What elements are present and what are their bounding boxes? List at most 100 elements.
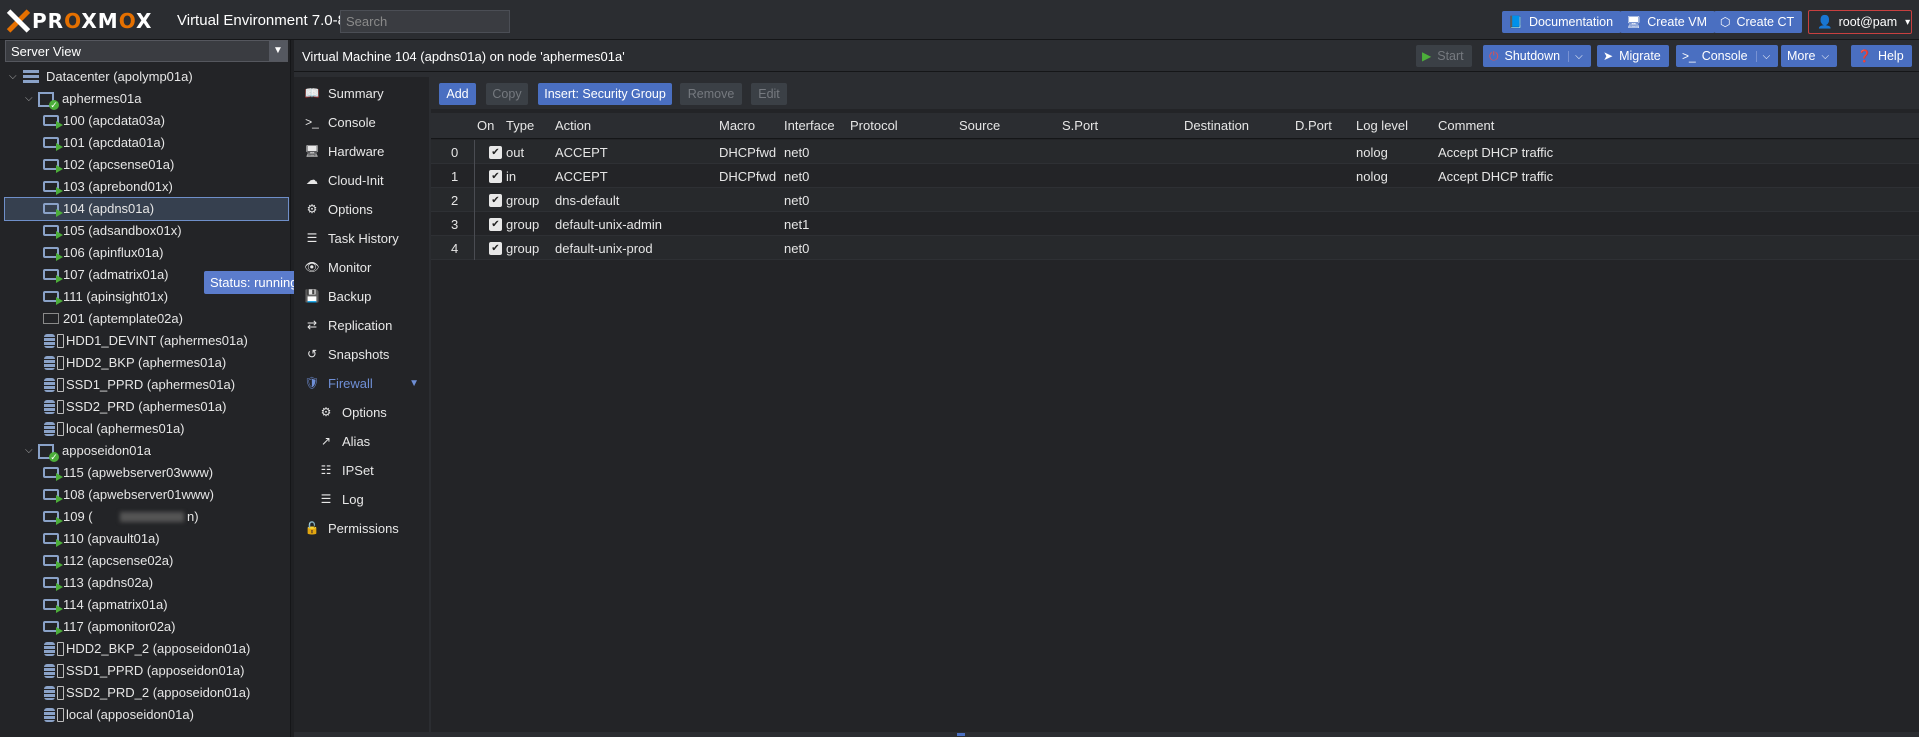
add-button[interactable]: Add: [439, 83, 476, 105]
enabled-checkbox[interactable]: ✔: [489, 194, 502, 207]
nav-firewall-options[interactable]: ⚙ Options: [294, 400, 429, 424]
book-icon: 📖: [304, 86, 320, 100]
column-header[interactable]: On: [477, 118, 494, 133]
nav-hardware[interactable]: 🖥 Hardware: [294, 139, 429, 163]
column-header[interactable]: Comment: [1438, 118, 1494, 133]
table-row[interactable]: 4 ✔ group default-unix-prod net0: [431, 236, 1919, 260]
tree-item-vm[interactable]: 104 (apdns01a): [4, 197, 289, 221]
tree-item-vm[interactable]: 100 (apcdata03a): [5, 110, 288, 132]
expand-triangle-icon[interactable]: ▼: [409, 378, 419, 389]
nav-monitor[interactable]: 👁 Monitor: [294, 255, 429, 279]
cell-iface: net0: [784, 145, 810, 160]
chevron-down-icon[interactable]: ⌵: [1755, 50, 1770, 62]
column-header[interactable]: Interface: [784, 118, 835, 133]
column-header[interactable]: Macro: [719, 118, 755, 133]
console-button[interactable]: >_ Console ⌵: [1676, 45, 1779, 67]
tree-node-apposeidon01a[interactable]: ⌵ apposeidon01a: [5, 440, 288, 462]
tree-item-vm[interactable]: 117 (apmonitor02a): [5, 616, 288, 638]
tree-item-storage[interactable]: HDD2_BKP_2 (apposeidon01a): [5, 638, 288, 660]
column-header[interactable]: S.Port: [1062, 118, 1098, 133]
nav-ipset[interactable]: ☷ IPSet: [294, 458, 429, 482]
nav-replication[interactable]: ⇄ Replication: [294, 313, 429, 337]
tree-item-storage[interactable]: SSD2_PRD (aphermes01a): [5, 396, 288, 418]
chevron-down-icon[interactable]: ▼: [269, 41, 287, 61]
column-header[interactable]: Action: [555, 118, 591, 133]
storage-icon: [44, 664, 64, 678]
tree-item-vm[interactable]: 108 (apwebserver01www): [5, 484, 288, 506]
view-selector[interactable]: Server View ▼: [5, 40, 288, 62]
tree-item-vm[interactable]: 106 (apinflux01a): [5, 242, 288, 264]
nav-firewall[interactable]: 🛡 Firewall ▼: [294, 371, 429, 395]
insert-security-group-button[interactable]: Insert: Security Group: [538, 83, 672, 105]
tree-item-vm[interactable]: 112 (apcsense02a): [5, 550, 288, 572]
collapse-arrow-icon[interactable]: ⌵: [25, 88, 33, 110]
logo-text: PROXMOX: [32, 9, 153, 33]
remove-button[interactable]: Remove: [680, 83, 742, 105]
tree-item-storage[interactable]: local (aphermes01a): [5, 418, 288, 440]
collapse-arrow-icon[interactable]: ⌵: [25, 440, 33, 462]
tree-item-storage[interactable]: SSD1_PPRD (aphermes01a): [5, 374, 288, 396]
nav-snapshots[interactable]: ↺ Snapshots: [294, 342, 429, 366]
column-header[interactable]: Protocol: [850, 118, 898, 133]
nav-backup[interactable]: 💾 Backup: [294, 284, 429, 308]
create-vm-button[interactable]: 🖥 Create VM: [1620, 11, 1715, 33]
tree-datacenter[interactable]: ⌵ Datacenter (apolymp01a): [5, 66, 288, 88]
column-header[interactable]: Destination: [1184, 118, 1249, 133]
user-menu-button[interactable]: 👤 root@pam ▾: [1808, 10, 1912, 34]
nav-console[interactable]: >_ Console: [294, 110, 429, 134]
nav-log[interactable]: ☰ Log: [294, 487, 429, 511]
tree-item-vm[interactable]: 113 (apdns02a): [5, 572, 288, 594]
resource-tree-panel: Server View ▼ ⌵ Datacenter (apolymp01a) …: [0, 40, 304, 737]
help-button[interactable]: ❓ Help: [1851, 45, 1912, 67]
table-row[interactable]: 0 ✔ out ACCEPT DHCPfwd net0 nolog Accept DHCP t…: [431, 140, 1919, 164]
tree-item-storage[interactable]: SSD1_PPRD (apposeidon01a): [5, 660, 288, 682]
tree-item-template[interactable]: 201 (aptemplate02a): [5, 308, 288, 330]
tree-node-aphermes01a[interactable]: ⌵ aphermes01a: [5, 88, 288, 110]
tree-item-storage[interactable]: SSD2_PRD_2 (apposeidon01a): [5, 682, 288, 704]
enabled-checkbox[interactable]: ✔: [489, 146, 502, 159]
table-row[interactable]: 2 ✔ group dns-default net0: [431, 188, 1919, 212]
proxmox-logo[interactable]: PROXMOX: [6, 9, 152, 33]
tree-item-vm[interactable]: 109 (n): [5, 506, 288, 528]
enabled-checkbox[interactable]: ✔: [489, 170, 502, 183]
chevron-down-icon[interactable]: ⌵: [1568, 50, 1583, 62]
tree-item-storage[interactable]: HDD2_BKP (aphermes01a): [5, 352, 288, 374]
more-button[interactable]: More ⌵: [1781, 45, 1838, 67]
documentation-button[interactable]: 📘 Documentation: [1502, 11, 1622, 33]
nav-options[interactable]: ⚙ Options: [294, 197, 429, 221]
start-button[interactable]: ▶ Start: [1416, 45, 1472, 67]
table-row[interactable]: 1 ✔ in ACCEPT DHCPfwd net0 nolog Accept DHCP tr…: [431, 164, 1919, 188]
nav-cloudinit[interactable]: ☁ Cloud-Init: [294, 168, 429, 192]
column-header[interactable]: Type: [506, 118, 534, 133]
nav-summary[interactable]: 📖 Summary: [294, 81, 429, 105]
column-header[interactable]: Source: [959, 118, 1000, 133]
migrate-button[interactable]: ➤ Migrate: [1597, 45, 1669, 67]
tree-item-vm[interactable]: 102 (apcsense01a): [5, 154, 288, 176]
enabled-checkbox[interactable]: ✔: [489, 242, 502, 255]
enabled-checkbox[interactable]: ✔: [489, 218, 502, 231]
collapse-arrow-icon[interactable]: ⌵: [9, 66, 17, 88]
edit-button[interactable]: Edit: [751, 83, 787, 105]
column-header[interactable]: Log level: [1356, 118, 1408, 133]
vm-running-icon: [43, 181, 63, 195]
cell-action: default-unix-admin: [555, 217, 662, 232]
tree-item-vm[interactable]: 110 (apvault01a): [5, 528, 288, 550]
copy-button[interactable]: Copy: [486, 83, 528, 105]
tree-item-storage[interactable]: HDD1_DEVINT (aphermes01a): [5, 330, 288, 352]
tree-item-label: 104 (apdns01a): [63, 201, 155, 216]
tree-item-vm[interactable]: 115 (apwebserver03www): [5, 462, 288, 484]
shutdown-button[interactable]: ⏻ Shutdown ⌵: [1483, 45, 1591, 67]
column-header[interactable]: D.Port: [1295, 118, 1332, 133]
search-input[interactable]: [340, 10, 510, 33]
nav-task-history[interactable]: ☰ Task History: [294, 226, 429, 250]
nav-permissions[interactable]: 🔓 Permissions: [294, 516, 429, 540]
tree-item-storage[interactable]: local (apposeidon01a): [5, 704, 288, 726]
tree-item-vm[interactable]: 103 (aprebond01x): [5, 176, 288, 198]
table-row[interactable]: 3 ✔ group default-unix-admin net1: [431, 212, 1919, 236]
tree-item-vm[interactable]: 105 (adsandbox01x): [5, 220, 288, 242]
tree-item-vm[interactable]: 101 (apcdata01a): [5, 132, 288, 154]
nav-alias[interactable]: ↗ Alias: [294, 429, 429, 453]
create-ct-button[interactable]: ⬡ Create CT: [1714, 11, 1803, 33]
tree-item-vm[interactable]: 114 (apmatrix01a): [5, 594, 288, 616]
tree-item-label: local (aphermes01a): [66, 421, 185, 436]
